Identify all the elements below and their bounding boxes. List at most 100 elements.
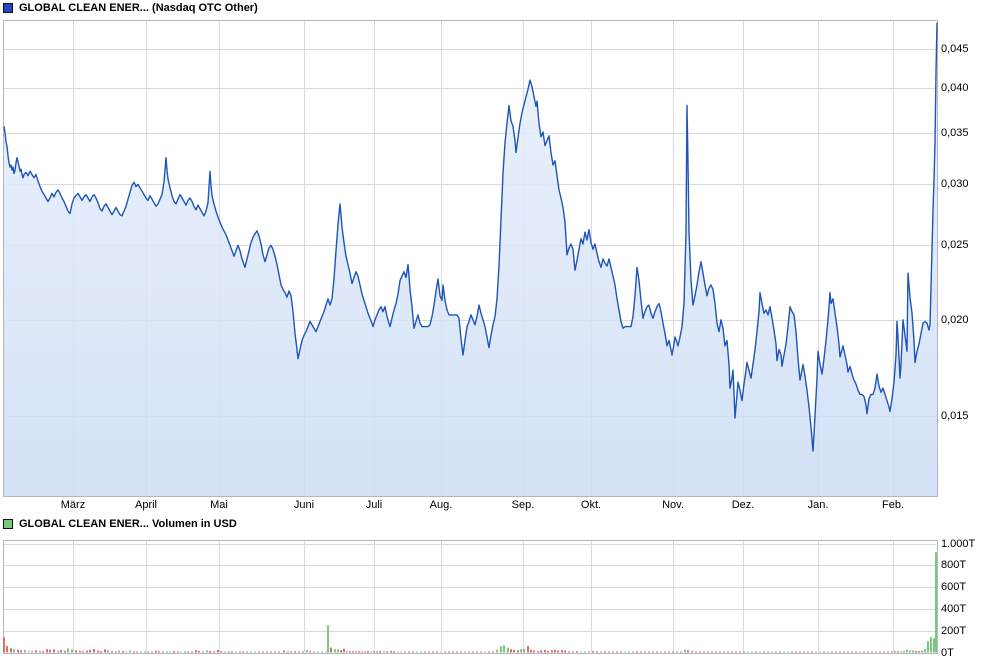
volume-y-axis-label: 0T (941, 647, 954, 659)
volume-bar (283, 651, 285, 653)
price-y-axis-label: 0,020 (941, 314, 969, 326)
volume-bar (24, 650, 26, 652)
chart-canvas[interactable] (0, 0, 990, 665)
volume-bar (325, 652, 327, 653)
volume-bar (460, 652, 462, 653)
volume-bar (28, 651, 30, 653)
volume-bar (787, 652, 789, 653)
volume-bar (468, 652, 470, 653)
volume-bar (636, 651, 638, 652)
volume-bar (224, 651, 226, 652)
volume-bar (313, 652, 315, 653)
volume-bar (723, 652, 725, 653)
price-legend: GLOBAL CLEAN ENER... (Nasdaq OTC Other) (3, 2, 258, 14)
price-y-axis-label: 0,025 (941, 239, 969, 251)
volume-bar (49, 650, 51, 653)
price-legend-label: GLOBAL CLEAN ENER... (Nasdaq OTC Other) (19, 2, 258, 14)
volume-bar (640, 652, 642, 653)
volume-bar (158, 651, 160, 652)
price-y-axis-label: 0,030 (941, 178, 969, 190)
volume-bar (755, 652, 757, 653)
price-x-axis-label: Sep. (501, 499, 545, 511)
volume-plot-area[interactable] (4, 541, 938, 654)
volume-bar (31, 651, 33, 653)
volume-bar (386, 651, 388, 652)
volume-bar (503, 645, 505, 652)
volume-bar (82, 651, 84, 652)
volume-bar (576, 651, 578, 652)
price-x-axis-label: April (124, 499, 168, 511)
volume-bar (42, 651, 44, 652)
volume-bar (327, 625, 329, 652)
volume-bar (783, 652, 785, 653)
volume-bar (894, 651, 896, 653)
volume-bar (46, 649, 48, 652)
volume-bar (35, 650, 37, 652)
volume-bar (191, 652, 193, 653)
volume-bar (628, 652, 630, 653)
volume-bar (364, 652, 366, 653)
price-y-axis-label: 0,035 (941, 127, 969, 139)
volume-bar (863, 652, 865, 653)
volume-bar (428, 652, 430, 653)
volume-bar (572, 652, 574, 653)
volume-bar (412, 651, 414, 652)
volume-bar (883, 652, 885, 653)
volume-bar (235, 652, 237, 653)
volume-bar (815, 652, 817, 653)
volume-bar (379, 651, 381, 653)
volume-bar (209, 651, 211, 653)
volume-bar (652, 652, 654, 653)
volume-bar (891, 651, 893, 652)
volume-bar (900, 651, 902, 652)
volume-bar (456, 652, 458, 653)
volume-bar (847, 652, 849, 653)
volume-bar (680, 652, 682, 653)
volume-bar (330, 648, 332, 653)
volume-y-axis-label: 400T (941, 603, 966, 615)
volume-bar (147, 652, 149, 653)
volume-bar (20, 650, 22, 652)
volume-bar (274, 652, 276, 653)
volume-bar (739, 652, 741, 653)
volume-bar (10, 648, 12, 652)
volume-bar (258, 652, 260, 653)
volume-bar (180, 652, 182, 653)
volume-bar (584, 651, 586, 652)
volume-bar (496, 650, 498, 653)
volume-bar (367, 651, 369, 653)
volume-bar (771, 652, 773, 653)
volume-bar (155, 651, 157, 653)
volume-bar (464, 651, 466, 652)
volume-bar (104, 649, 106, 652)
volume-bar (187, 652, 189, 653)
volume-bar (811, 651, 813, 652)
volume-bar (86, 651, 88, 653)
volume-bar (906, 650, 908, 653)
volume-bar (107, 650, 109, 652)
volume-bar (795, 652, 797, 653)
volume-bar (564, 651, 566, 653)
volume-bar (195, 650, 197, 652)
volume-bar (340, 650, 342, 652)
volume-bar (620, 652, 622, 653)
volume-y-axis-label: 800T (941, 559, 966, 571)
volume-bar (97, 651, 99, 653)
volume-bar (416, 652, 418, 653)
volume-bar (476, 652, 478, 653)
volume-bar (580, 652, 582, 653)
volume-bar (177, 652, 179, 653)
volume-bar (472, 652, 474, 653)
volume-bar (400, 652, 402, 653)
volume-bar (118, 651, 120, 653)
volume-bar (695, 651, 697, 652)
volume-bar (887, 652, 889, 653)
volume-bar (616, 651, 618, 652)
volume-bar (632, 652, 634, 653)
volume-bar (537, 651, 539, 653)
price-x-axis-label: Aug. (419, 499, 463, 511)
price-x-axis-label: Jan. (796, 499, 840, 511)
volume-bar (533, 651, 535, 653)
volume-bar (851, 652, 853, 653)
volume-bar (624, 652, 626, 653)
